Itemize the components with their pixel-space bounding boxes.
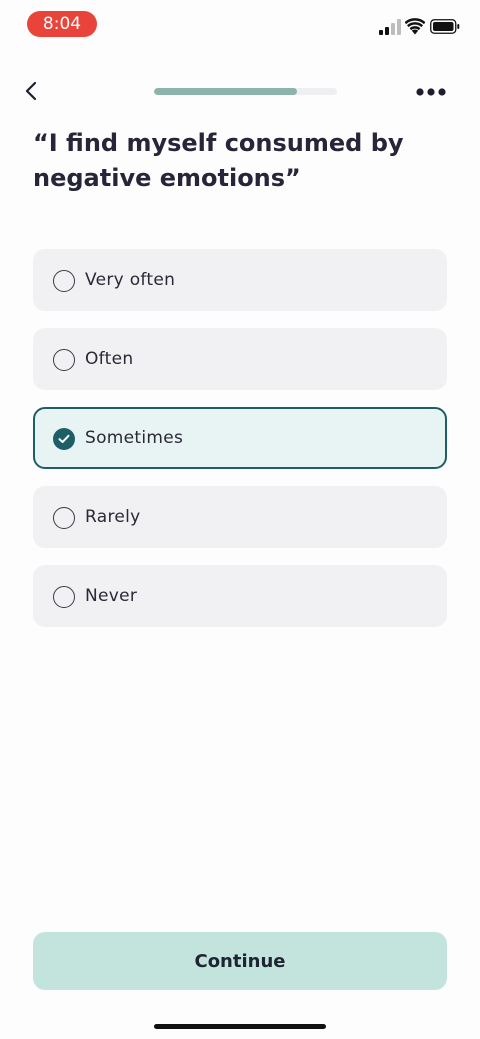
option-rarely[interactable]: Rarely [33, 486, 447, 548]
progress-fill [154, 88, 297, 95]
home-indicator [154, 1024, 326, 1029]
progress-bar [154, 88, 337, 95]
radio-icon [53, 586, 75, 608]
option-label: Sometimes [85, 428, 184, 448]
option-sometimes[interactable]: Sometimes [33, 407, 447, 469]
option-label: Often [85, 349, 134, 369]
status-bar: 8:04 [0, 0, 480, 48]
option-never[interactable]: Never [33, 565, 447, 627]
back-button[interactable] [16, 76, 46, 106]
more-horizontal-icon [416, 88, 446, 96]
check-icon [58, 434, 70, 443]
question-text: “I find myself consumed by negative emot… [33, 129, 404, 192]
more-button[interactable] [413, 78, 449, 106]
option-label: Never [85, 586, 138, 606]
option-label: Rarely [85, 507, 141, 527]
answer-options: Very often Often Sometimes Rarely Never [33, 249, 447, 644]
status-time: 8:04 [27, 11, 97, 37]
option-often[interactable]: Often [33, 328, 447, 390]
radio-icon [53, 507, 75, 529]
option-very-often[interactable]: Very often [33, 249, 447, 311]
battery-icon [430, 19, 460, 34]
radio-icon [53, 349, 75, 371]
option-label: Very often [85, 270, 176, 290]
chevron-left-icon [25, 81, 37, 101]
radio-checked-icon [53, 428, 75, 450]
signal-icon [379, 19, 401, 35]
wifi-icon [405, 18, 425, 35]
continue-button[interactable]: Continue [33, 932, 447, 990]
radio-icon [53, 270, 75, 292]
